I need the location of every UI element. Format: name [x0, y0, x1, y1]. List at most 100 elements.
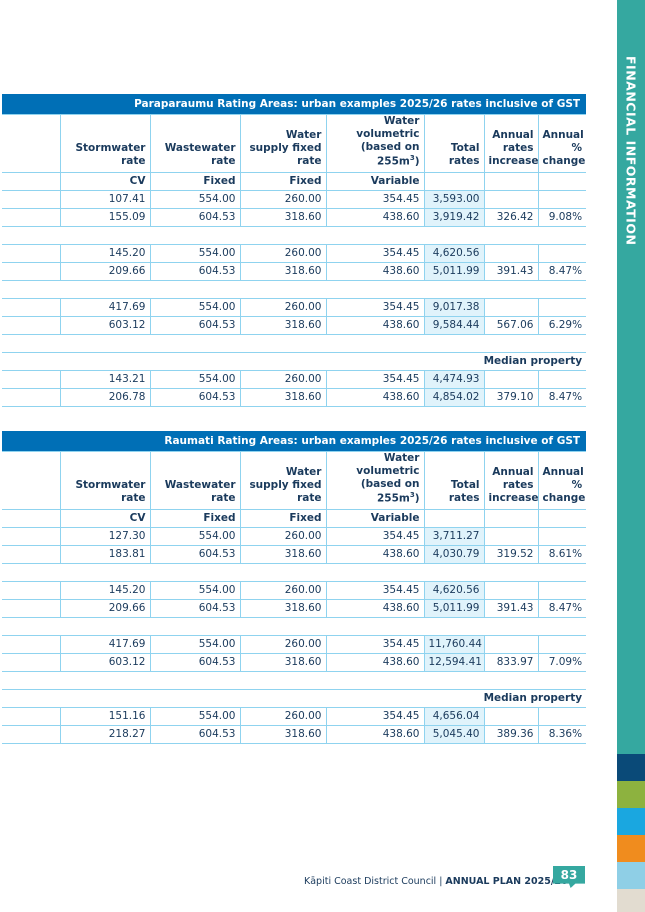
table-cell: 5,011.99 [423, 598, 485, 618]
header-total-rates: Total rates [423, 450, 485, 510]
header-wastewater: Wastewater rate [149, 113, 241, 173]
table-cell: 417.69 [59, 634, 151, 654]
table-cell [483, 580, 539, 600]
row-spacer [2, 598, 61, 618]
row-spacer [2, 580, 61, 600]
basis-empty [483, 171, 539, 191]
table-cell: 554.00 [149, 297, 241, 317]
header-water-volumetric-line1: Water volumetric [356, 451, 420, 477]
header-close-paren: ) [414, 492, 420, 505]
row-spacer [2, 297, 61, 317]
table-title-row: Raumati Rating Areas: urban examples 202… [2, 431, 587, 451]
table-cell: 318.60 [239, 724, 327, 744]
table-row: 127.30 554.00 260.00 354.45 3,711.27 [2, 526, 587, 546]
table-cell: 438.60 [325, 387, 425, 407]
basis-empty [423, 171, 485, 191]
table-cell: 354.45 [325, 297, 425, 317]
table-cell: 183.81 [59, 544, 151, 564]
table-cell: 318.60 [239, 544, 327, 564]
table-basis-row: CV Fixed Fixed Variable [2, 171, 587, 191]
table-title: Paraparaumu Rating Areas: urban examples… [2, 94, 587, 114]
table-title: Raumati Rating Areas: urban examples 202… [2, 431, 587, 451]
table-row: 209.66 604.53 318.60 438.60 5,011.99 391.43 8.… [2, 598, 587, 618]
row-spacer [2, 207, 61, 227]
row-spacer [2, 315, 61, 335]
table-cell: 604.53 [149, 315, 241, 335]
table-cell: 604.53 [149, 598, 241, 618]
table-cell [483, 706, 539, 726]
color-strip [617, 835, 645, 862]
table-cell [537, 297, 587, 317]
table-cell: 438.60 [325, 652, 425, 672]
basis-stormwater: CV [59, 171, 151, 191]
header-spacer [2, 450, 61, 510]
table-cell: 554.00 [149, 706, 241, 726]
header-annual-pct: Annual % change [537, 113, 587, 173]
table-cell [537, 189, 587, 209]
basis-empty [537, 171, 587, 191]
row-spacer [2, 261, 61, 281]
table-cell: 8.47% [537, 598, 587, 618]
table-cell [483, 369, 539, 389]
table-cell: 318.60 [239, 598, 327, 618]
table-cell: 3,711.27 [423, 526, 485, 546]
table-cell: 567.06 [483, 315, 539, 335]
table-cell: 12,594.41 [423, 652, 485, 672]
median-property-label: Median property [2, 688, 587, 708]
median-label-row: Median property [2, 351, 587, 371]
table-cell: 603.12 [59, 652, 151, 672]
row-spacer [2, 387, 61, 407]
row-spacer [2, 652, 61, 672]
table-cell: 554.00 [149, 243, 241, 263]
table-row: 417.69 554.00 260.00 354.45 11,760.44 [2, 634, 587, 654]
basis-spacer [2, 508, 61, 528]
color-strip [617, 889, 645, 912]
table-row: 209.66 604.53 318.60 438.60 5,011.99 391.43 8.… [2, 261, 587, 281]
median-label-row: Median property [2, 688, 587, 708]
table-cell: 155.09 [59, 207, 151, 227]
table-cell: 206.78 [59, 387, 151, 407]
header-annual-increase: Annual rates increase [483, 113, 539, 173]
footer-plan: ANNUAL PLAN 2025/26 [445, 876, 568, 887]
table-cell: 554.00 [149, 526, 241, 546]
footer-separator: | [439, 876, 443, 887]
table-cell: 260.00 [239, 706, 327, 726]
basis-water-fixed: Fixed [239, 508, 327, 528]
table-cell: 4,620.56 [423, 243, 485, 263]
row-spacer [2, 243, 61, 263]
table-row: 183.81 604.53 318.60 438.60 4,030.79 319.52 8.… [2, 544, 587, 564]
table-cell: 354.45 [325, 526, 425, 546]
header-water-fixed: Water supply fixed rate [239, 113, 327, 173]
table-cell: 604.53 [149, 724, 241, 744]
color-strip [617, 781, 645, 808]
table-cell: 260.00 [239, 297, 327, 317]
table-cell: 354.45 [325, 706, 425, 726]
table-cell: 8.36% [537, 724, 587, 744]
basis-wastewater: Fixed [149, 171, 241, 191]
table-cell: 318.60 [239, 207, 327, 227]
table-cell: 318.60 [239, 387, 327, 407]
table-row: 145.20 554.00 260.00 354.45 4,620.56 [2, 243, 587, 263]
table-cell: 318.60 [239, 652, 327, 672]
table-cell [537, 526, 587, 546]
table-row: 206.78 604.53 318.60 438.60 4,854.02 379.10 8.… [2, 387, 587, 407]
table-row: 218.27 604.53 318.60 438.60 5,045.40 389.36 8.… [2, 724, 587, 744]
table-header-row: Stormwater rate Wastewater rate Water supp… [2, 450, 587, 510]
page-footer: Kāpiti Coast District Council | ANNUAL PLA… [304, 876, 577, 887]
color-strip [617, 862, 645, 889]
side-tab-label: FINANCIAL INFORMATION [623, 56, 639, 246]
table-cell: 260.00 [239, 369, 327, 389]
table-cell [537, 243, 587, 263]
row-spacer [2, 189, 61, 209]
table-cell: 145.20 [59, 243, 151, 263]
table-cell: 151.16 [59, 706, 151, 726]
row-spacer [2, 544, 61, 564]
table-cell: 127.30 [59, 526, 151, 546]
table-gap-row [2, 279, 587, 299]
header-stormwater: Stormwater rate [59, 113, 151, 173]
table-cell [483, 634, 539, 654]
color-strip [617, 754, 645, 781]
header-spacer [2, 113, 61, 173]
gap-cell [2, 562, 587, 582]
table-cell: 8.47% [537, 261, 587, 281]
